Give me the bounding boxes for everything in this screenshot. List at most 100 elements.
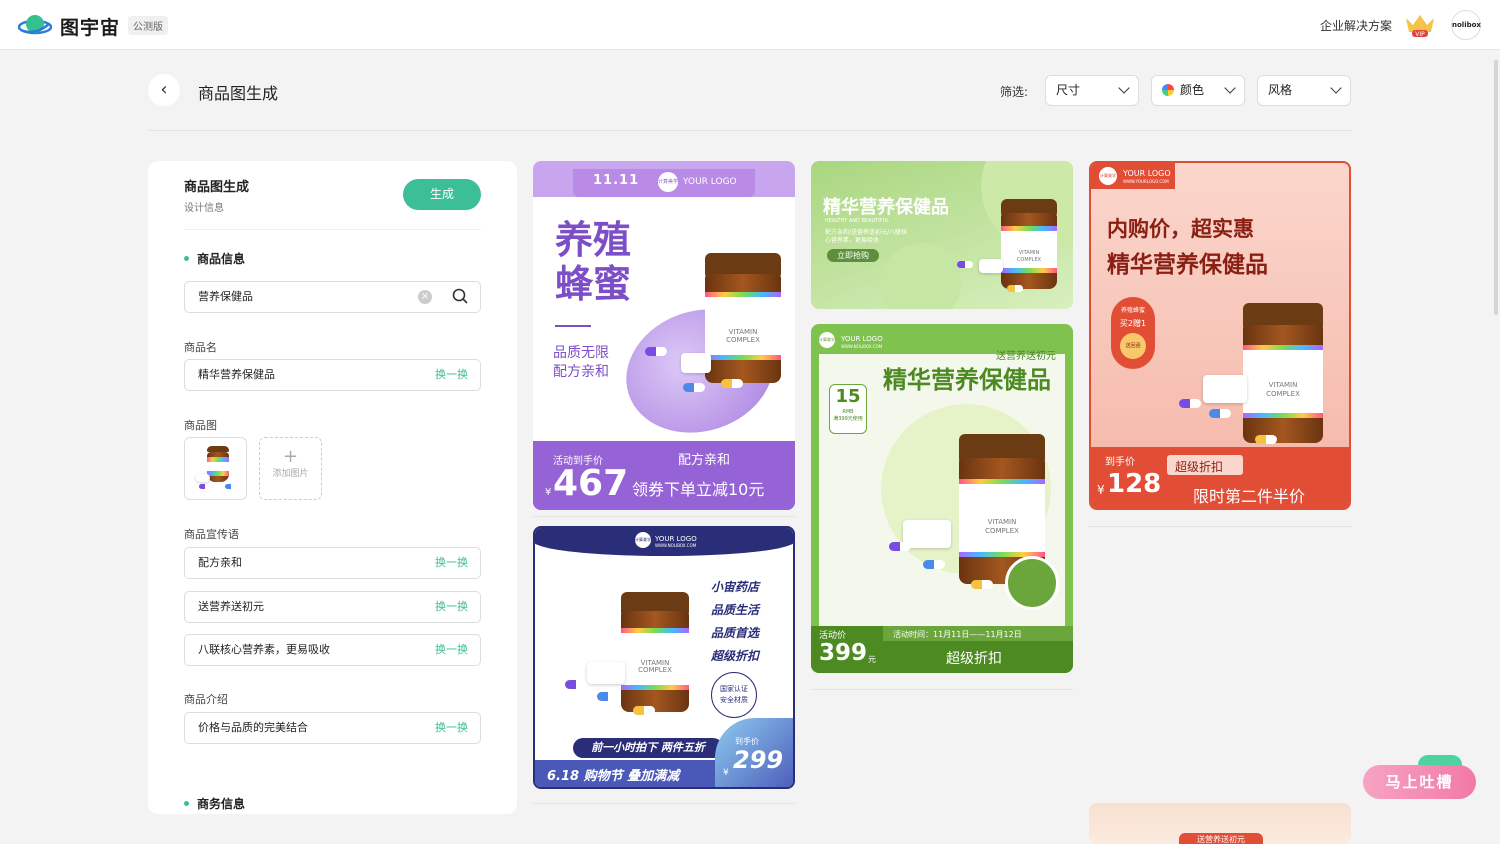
banner-subtitle-en: HEALTHY AND BEAUTIFUL	[825, 218, 890, 224]
cream-jar-icon	[681, 353, 711, 373]
generate-button[interactable]: 生成	[403, 179, 481, 210]
organic-seal-icon	[1005, 556, 1059, 610]
color-filter-label: 颜色	[1180, 83, 1205, 97]
product-name-value: 精华营养保健品	[198, 368, 275, 381]
swap-button[interactable]: 换一换	[435, 635, 468, 665]
swap-button[interactable]: 换一换	[435, 548, 468, 578]
promo-text: 限时第二件半价	[1193, 487, 1306, 506]
brand-name[interactable]: 图宇宙	[60, 13, 120, 40]
capsule-icon	[889, 542, 911, 551]
vitamin-bottle-icon	[207, 446, 229, 482]
search-icon[interactable]	[452, 288, 468, 304]
discount-text: 超级折扣	[946, 651, 1002, 667]
slogan-field[interactable]: 八联核心营养素，更易吸收 换一换	[184, 634, 481, 666]
jar-label-1: VITAMIN	[987, 518, 1017, 526]
product-name-field[interactable]: 精华营养保健品 换一换	[184, 359, 481, 391]
capsule-icon	[957, 261, 973, 268]
currency: ¥	[723, 768, 729, 778]
product-search-input[interactable]: 营养保健品 ×	[184, 281, 481, 313]
capsule-icon	[1007, 285, 1023, 292]
color-wheel-icon	[1162, 84, 1174, 96]
feedback-button[interactable]: 马上吐槽	[1363, 765, 1476, 799]
feature-item: 小宙药店	[711, 580, 760, 594]
logo-badge: 计算美学	[635, 532, 651, 548]
page-scrollbar[interactable]	[1494, 60, 1498, 315]
size-filter-select[interactable]: 尺寸	[1045, 75, 1139, 106]
capsule-icon	[597, 692, 619, 701]
capsule-icon	[1179, 399, 1201, 408]
capsule-icon	[721, 379, 743, 388]
logo-url: WWW.YOURLOGO.COM	[1123, 179, 1169, 184]
design-card-green-square[interactable]: 计算美学 YOUR LOGO WWW.NOLIBOX.COM 送营养送初元 精华…	[811, 324, 1073, 673]
user-avatar[interactable]: nolibox	[1451, 10, 1481, 40]
logo-url: WWW.NOLIBOX.COM	[655, 543, 697, 548]
slogan-label: 商品宣传语	[184, 528, 239, 541]
title-line-2: 精华营养保健品	[1107, 251, 1268, 278]
card-title: 精华营养保健品	[883, 366, 1051, 394]
promo-tag-1: 养殖蜂蜜	[1120, 307, 1145, 314]
add-image-label: 添加图片	[272, 469, 309, 479]
logo-text: YOUR LOGO	[841, 335, 883, 343]
logo-text: YOUR LOGO	[655, 535, 697, 543]
design-card-green-banner[interactable]: 精华营养保健品 HEALTHY AND BEAUTIFUL 配方亲和/送营养送初…	[811, 161, 1073, 309]
currency: ¥	[545, 487, 552, 498]
swap-button[interactable]: 换一换	[435, 592, 468, 622]
capsule-icon	[923, 560, 945, 569]
circle-decoration	[881, 243, 961, 309]
intro-label: 商品介绍	[184, 693, 228, 706]
jar-label-1: VITAMIN	[728, 328, 758, 337]
title-line-2: 蜂蜜	[555, 262, 632, 306]
product-image-thumbnail[interactable]	[184, 437, 247, 500]
jar-label-1: VITAMIN	[1268, 381, 1298, 390]
product-name-label: 商品名	[184, 341, 217, 354]
cert-line-1: 国家认证	[720, 685, 748, 693]
promo-pill: 前一小时拍下 两件五折	[573, 738, 723, 758]
intro-field[interactable]: 价格与品质的完美结合 换一换	[184, 712, 481, 744]
subtitle-line-2: 配方亲和	[553, 364, 609, 380]
feature-item: 品质首选	[711, 626, 760, 640]
cert-line-2: 安全材质	[720, 696, 748, 704]
capsule-icon	[1209, 409, 1231, 418]
jar-label-2: COMPLEX	[1266, 389, 1300, 398]
promo-badge: 养殖蜂蜜 买2赠1 送回函	[1111, 297, 1155, 369]
feature-item: 品质生活	[711, 603, 760, 617]
design-card-navy[interactable]: 计算美学 YOUR LOGO WWW.NOLIBOX.COM VITAMIN C…	[533, 526, 795, 789]
capsule-icon	[565, 680, 587, 689]
style-filter-label: 风格	[1268, 83, 1293, 97]
vitamin-bottle-icon: VITAMIN COMPLEX	[1243, 303, 1323, 443]
jar-label-2: COMPLEX	[726, 336, 760, 345]
design-info-panel: 商品图生成 设计信息 生成 商品信息 营养保健品 × 商品名 精华营养保健品 换…	[148, 161, 517, 814]
logo-badge: 计算美学	[819, 332, 835, 348]
enterprise-solutions-link[interactable]: 企业解决方案	[1320, 17, 1392, 34]
card-divider	[533, 516, 795, 517]
logo-badge: 计算美学	[658, 172, 678, 192]
design-card-honey[interactable]: 11.11 计算美学 YOUR LOGO 养殖 蜂蜜 品质无限 配方亲和 VIT…	[533, 161, 795, 510]
add-image-button[interactable]: + 添加图片	[259, 437, 322, 500]
slogan-field[interactable]: 送营养送初元 换一换	[184, 591, 481, 623]
price-unit: 元	[868, 655, 876, 664]
chevron-down-icon	[1330, 82, 1342, 94]
gift-tag: 送营养送初元	[1179, 833, 1263, 844]
title-divider	[555, 325, 591, 327]
capsule-icon	[225, 484, 237, 489]
price-value: 467	[553, 463, 629, 504]
panel-title: 商品图生成	[184, 180, 250, 195]
swap-button[interactable]: 换一换	[435, 360, 468, 390]
buy-now-button[interactable]: 立即抢购	[827, 249, 879, 262]
color-filter-select[interactable]: 颜色	[1151, 75, 1245, 106]
search-value: 营养保健品	[198, 290, 253, 303]
planet-logo-icon[interactable]	[18, 12, 52, 38]
capsule-icon	[199, 484, 211, 489]
design-card-red[interactable]: 计算美学 YOUR LOGO WWW.YOURLOGO.COM 内购价，超实惠 …	[1089, 161, 1351, 510]
slogan-value: 送营养送初元	[198, 600, 264, 613]
filter-label: 筛选:	[1000, 85, 1029, 99]
card-divider	[811, 689, 1073, 690]
swap-button[interactable]: 换一换	[435, 713, 468, 743]
slogan-field[interactable]: 配方亲和 换一换	[184, 547, 481, 579]
slogan-value: 配方亲和	[198, 556, 242, 569]
design-card-partial[interactable]: 送营养送初元	[1089, 803, 1351, 844]
style-filter-select[interactable]: 风格	[1257, 75, 1351, 106]
back-button[interactable]: ‹	[148, 74, 180, 106]
clear-icon[interactable]: ×	[418, 290, 432, 304]
vip-crown-icon[interactable]: VIP	[1404, 12, 1436, 38]
